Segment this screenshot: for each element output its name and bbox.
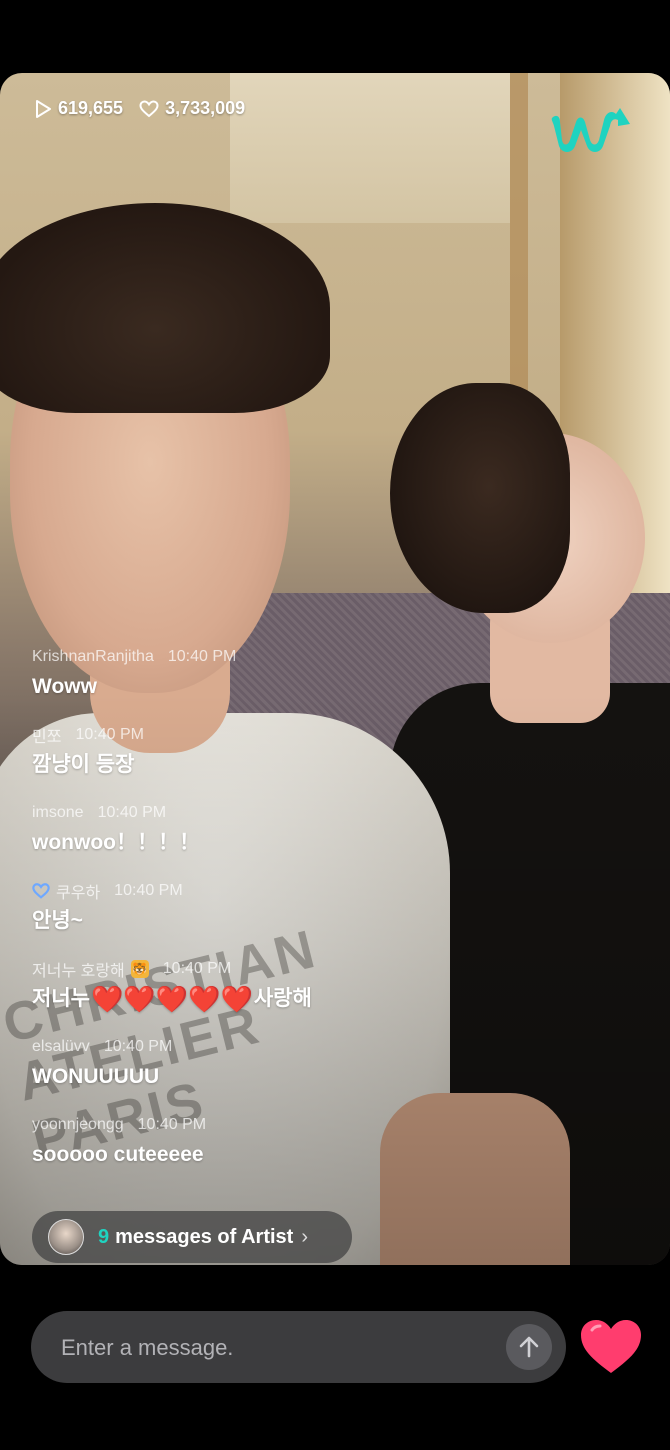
chat-message: imsone 10:40 PM wonwoo！！！！	[32, 802, 452, 858]
chat-text: Woww	[32, 675, 97, 698]
chat-time: 10:40 PM	[97, 804, 167, 821]
chat-time: 10:40 PM	[114, 882, 183, 899]
tiger-icon: 🐯	[130, 960, 149, 978]
live-stats: 619,655 3,733,009	[34, 98, 245, 119]
views-count: 619,655	[58, 98, 124, 118]
chat-message: elsalüvv 10:40 PM WONUUUUU	[32, 1036, 452, 1092]
chat-text-before: 저너누	[32, 987, 90, 1010]
message-input[interactable]	[59, 1311, 483, 1385]
chat-message: yoonnjeongg 10:40 PM sooooo cuteeeee	[32, 1114, 452, 1170]
chat-username: 민쪼	[32, 729, 62, 746]
weverse-w-logo-icon	[551, 108, 630, 152]
artist-avatar	[48, 1219, 84, 1255]
chat-text: wonwoo！！！！	[32, 831, 200, 854]
chat-time: 10:40 PM	[103, 1038, 173, 1055]
chat-message: KrishnanRanjitha 10:40 PM Woww	[32, 646, 452, 702]
send-button[interactable]	[506, 1324, 552, 1370]
views-stat: 619,655	[34, 98, 123, 119]
heart-icon	[581, 1320, 641, 1373]
like-heart-button[interactable]	[578, 1318, 644, 1376]
chat-message: 저너누 호랑해 🐯 10:40 PM 저너누 ❤️❤️❤️❤️❤️ 사랑해	[32, 958, 452, 1014]
person-left-hair	[0, 203, 330, 413]
chat-username: imsone	[32, 804, 84, 821]
chat-list: KrishnanRanjitha 10:40 PM Woww 민쪼 10:40 PM…	[32, 646, 452, 1192]
chat-time: 10:40 PM	[75, 726, 144, 743]
artist-messages-button[interactable]: 9 messages of Artist ›	[32, 1211, 352, 1263]
chat-username: 저너누 호랑해	[32, 963, 125, 980]
chat-time: 10:40 PM	[137, 1116, 207, 1133]
red-hearts-icon: ❤️❤️❤️❤️❤️	[90, 984, 253, 1014]
likes-count: 3,733,009	[165, 98, 246, 118]
chat-text: sooooo cuteeeee	[32, 1143, 204, 1166]
person-right-hair	[390, 383, 570, 613]
chat-time: 10:40 PM	[162, 960, 232, 977]
chat-username: 쿠우하	[56, 885, 101, 902]
message-input-bar	[31, 1311, 566, 1385]
chat-text: 저너누 ❤️❤️❤️❤️❤️ 사랑해	[32, 984, 452, 1014]
likes-stat: 3,733,009	[139, 98, 245, 119]
artist-messages-count: 9	[98, 1225, 110, 1248]
chat-text: WONUUUUU	[32, 1065, 160, 1088]
arrow-up-icon	[519, 1336, 539, 1358]
chat-username: KrishnanRanjitha	[32, 648, 154, 665]
heart-outline-icon	[139, 99, 159, 117]
chat-text: 깜냥이 등장	[32, 753, 135, 776]
play-icon	[36, 99, 51, 118]
chat-message: 민쪼 10:40 PM 깜냥이 등장	[32, 724, 452, 780]
chat-text: 안녕~	[32, 909, 83, 932]
chevron-right-icon: ›	[301, 1225, 309, 1248]
chat-message: 쿠우하 10:40 PM 안녕~	[32, 880, 452, 936]
chat-text-after: 사랑해	[253, 987, 312, 1010]
chat-time: 10:40 PM	[167, 648, 237, 665]
artist-messages-label: messages of Artist	[115, 1225, 294, 1248]
background-panel	[230, 73, 510, 223]
chat-username: yoonnjeongg	[32, 1116, 124, 1133]
chat-username: elsalüvv	[32, 1038, 90, 1055]
heart-badge-icon	[32, 883, 50, 899]
